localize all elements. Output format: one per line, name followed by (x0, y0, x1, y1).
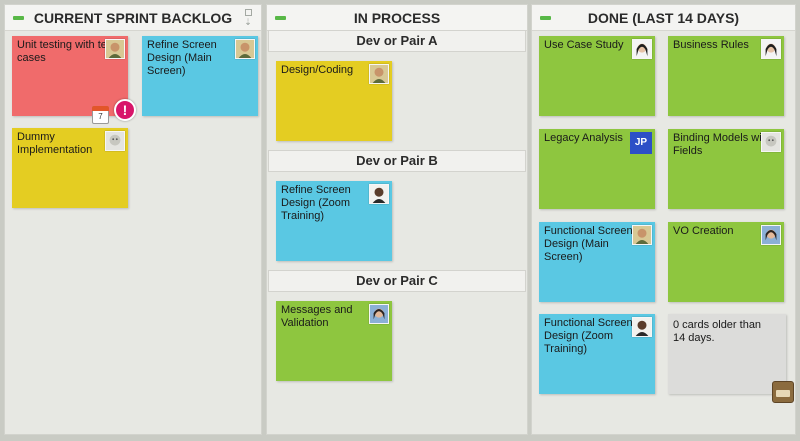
lane-title: DONE (LAST 14 DAYS) (587, 10, 740, 26)
card-label: Functional Screen Design (Main Screen) (544, 225, 633, 263)
card-label: Unit testing with test cases (17, 39, 116, 64)
card-dummy-implementation[interactable]: Dummy Implementation (12, 128, 128, 208)
avatar (235, 39, 255, 59)
alert-icon[interactable]: ! (114, 99, 136, 121)
card-vo-creation[interactable]: VO Creation (668, 222, 784, 302)
avatar (369, 304, 389, 324)
card-functional-screen-design-zoom[interactable]: Functional Screen Design (Zoom Training) (539, 314, 655, 394)
card-refine-screen-design-zoom[interactable]: Refine Screen Design (Zoom Training) (276, 181, 392, 261)
archive-icon[interactable] (772, 381, 794, 403)
card-label: Design/Coding (281, 64, 354, 76)
card-unit-testing[interactable]: Unit testing with test cases 7 ! (12, 36, 136, 124)
lane-header: CURRENT SPRINT BACKLOG ⇣ (5, 5, 261, 31)
avatar (105, 39, 125, 59)
user-initials-badge: JP (630, 132, 652, 154)
card-messages-validation[interactable]: Messages and Validation (276, 301, 392, 381)
card-label: Binding Models with Fields (673, 132, 771, 157)
avatar (761, 39, 781, 59)
calendar-icon[interactable]: 7 (92, 106, 109, 124)
avatar (761, 225, 781, 245)
avatar (369, 184, 389, 204)
card-label: Refine Screen Design (Main Screen) (147, 39, 217, 77)
card-label: Messages and Validation (281, 304, 353, 329)
lane-header: DONE (LAST 14 DAYS) (532, 5, 795, 31)
card-label: 0 cards older than 14 days. (673, 319, 762, 344)
card-label: Legacy Analysis (544, 132, 623, 144)
avatar (632, 317, 652, 337)
card-label: Use Case Study (544, 39, 624, 51)
card-label: Functional Screen Design (Zoom Training) (544, 317, 633, 355)
lane-title: IN PROCESS (353, 10, 441, 26)
avatar (761, 132, 781, 152)
expand-lane-icon[interactable]: ⇣ (243, 9, 253, 27)
lane-title: CURRENT SPRINT BACKLOG (33, 10, 233, 26)
card-label: Refine Screen Design (Zoom Training) (281, 184, 351, 222)
avatar (369, 64, 389, 84)
card-functional-screen-design-main[interactable]: Functional Screen Design (Main Screen) (539, 222, 655, 302)
avatar (632, 39, 652, 59)
card-binding-models[interactable]: Binding Models with Fields (668, 129, 784, 209)
card-business-rules[interactable]: Business Rules (668, 36, 784, 116)
sublane-header-dev-pair-c: Dev or Pair C (268, 270, 526, 292)
card-design-coding[interactable]: Design/Coding (276, 61, 392, 141)
sublane-header-dev-pair-b: Dev or Pair B (268, 150, 526, 172)
avatar (105, 131, 125, 151)
card-label: VO Creation (673, 225, 734, 237)
avatar (632, 225, 652, 245)
card-legacy-analysis[interactable]: Legacy Analysis JP (539, 129, 655, 209)
card-refine-screen-design-main[interactable]: Refine Screen Design (Main Screen) (142, 36, 258, 116)
card-label: Dummy Implementation (17, 131, 93, 156)
sublane-header-dev-pair-a: Dev or Pair A (268, 30, 526, 52)
card-use-case-study[interactable]: Use Case Study (539, 36, 655, 116)
lane-header: IN PROCESS (267, 5, 527, 31)
card-older-cards-summary[interactable]: 0 cards older than 14 days. (668, 314, 786, 394)
card-label: Business Rules (673, 39, 749, 51)
